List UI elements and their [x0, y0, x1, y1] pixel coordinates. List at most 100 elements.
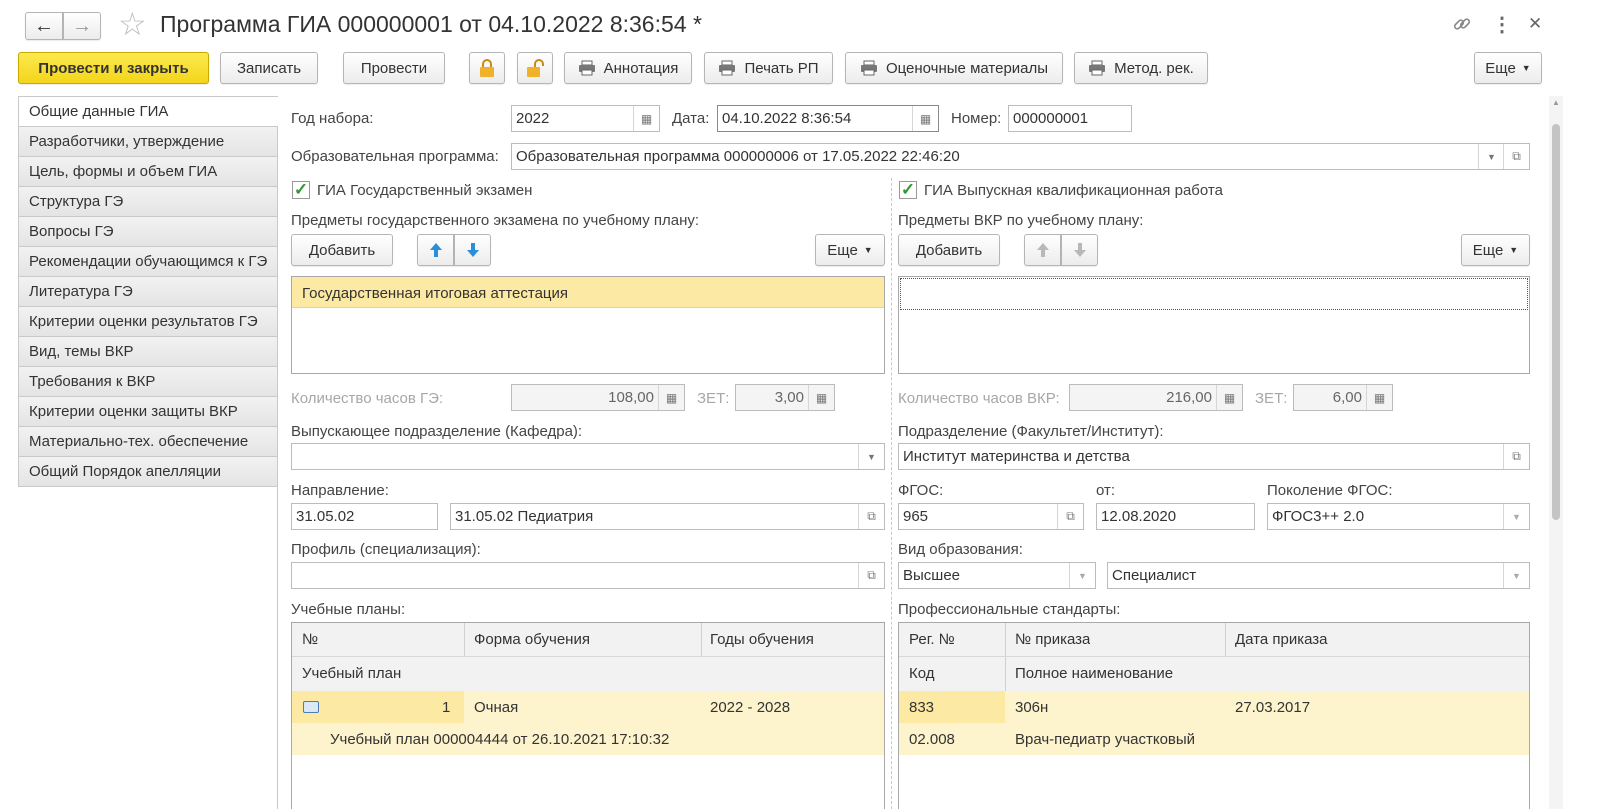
header-plan[interactable]: Учебный план: [302, 665, 401, 682]
vertical-scrollbar[interactable]: ▲: [1549, 96, 1563, 809]
table-row[interactable]: Государственная итоговая аттестация: [292, 277, 884, 308]
more-button[interactable]: Еще ▼: [1474, 52, 1542, 84]
favorite-star-icon[interactable]: ☆: [118, 6, 147, 42]
fgos-label: ФГОС:: [898, 482, 944, 499]
sidebar-item-label: Разработчики, утверждение: [29, 133, 225, 150]
nav-back-button[interactable]: ←: [25, 12, 63, 40]
ge-move-up-button[interactable]: [417, 234, 454, 266]
save-label: Записать: [236, 59, 302, 77]
open-icon[interactable]: ⧉: [1057, 504, 1083, 529]
edu-level-select[interactable]: Высшее ▼: [898, 562, 1096, 589]
fgos-input[interactable]: 965 ⧉: [898, 503, 1084, 530]
header-full-name[interactable]: Полное наименование: [1015, 665, 1173, 682]
vkr-checkbox[interactable]: ✓: [899, 180, 917, 199]
dropdown-arrow-icon: ▼: [1521, 63, 1531, 73]
sidebar-item-questions[interactable]: Вопросы ГЭ: [18, 217, 278, 247]
table-row[interactable]: 1 Очная 2022 - 2028 Учебный план 0000044…: [292, 691, 884, 755]
link-icon[interactable]: [1452, 14, 1472, 34]
header-num[interactable]: №: [302, 631, 318, 648]
number-input[interactable]: 000000001: [1008, 105, 1132, 132]
edu-kind-select[interactable]: Специалист ▼: [1107, 562, 1530, 589]
save-button[interactable]: Записать: [220, 52, 318, 84]
sidebar-item-vkr-criteria[interactable]: Критерии оценки защиты ВКР: [18, 397, 278, 427]
table-row[interactable]: 833 306н 27.03.2017 02.008 Врач-педиатр …: [899, 691, 1529, 755]
fgos-gen-input[interactable]: ФГОС3++ 2.0 ▼: [1267, 503, 1530, 530]
open-icon[interactable]: ⧉: [1503, 144, 1529, 169]
vkr-move-down-button[interactable]: [1061, 234, 1098, 266]
nav-forward-button[interactable]: →: [63, 12, 101, 40]
calendar-icon[interactable]: ▦: [633, 106, 659, 131]
header-code[interactable]: Код: [909, 665, 935, 682]
post-and-close-button[interactable]: Провести и закрыть: [18, 52, 209, 84]
sidebar-item-developers[interactable]: Разработчики, утверждение: [18, 127, 278, 157]
calendar-icon[interactable]: ▦: [912, 106, 938, 131]
ge-subjects-label: Предметы государственного экзамена по уч…: [291, 212, 700, 229]
sidebar-item-vkr-requirements[interactable]: Требования к ВКР: [18, 367, 278, 397]
calculator-icon[interactable]: ▦: [808, 385, 834, 410]
vkr-add-button[interactable]: Добавить: [898, 234, 1000, 266]
header-reg[interactable]: Рег. №: [909, 631, 955, 648]
sidebar-item-structure[interactable]: Структура ГЭ: [18, 187, 278, 217]
date-input[interactable]: 04.10.2022 8:36:54 ▦: [717, 105, 939, 132]
header-years[interactable]: Годы обучения: [710, 631, 814, 648]
direction-label: Направление:: [291, 482, 389, 499]
program-input[interactable]: Образовательная программа 000000006 от 1…: [511, 143, 1530, 170]
calculator-icon[interactable]: ▦: [1216, 385, 1242, 410]
vkr-move-up-button[interactable]: [1024, 234, 1061, 266]
unlock-button[interactable]: [517, 52, 553, 84]
from-input[interactable]: 12.08.2020: [1096, 503, 1255, 530]
open-icon[interactable]: ⧉: [858, 504, 884, 529]
dropdown-arrow-icon[interactable]: ▼: [1503, 504, 1529, 529]
calculator-icon[interactable]: ▦: [658, 385, 684, 410]
sidebar-item-recommendations[interactable]: Рекомендации обучающимся к ГЭ: [18, 247, 278, 277]
dropdown-arrow-icon[interactable]: ▼: [1503, 563, 1529, 588]
ge-hours-input[interactable]: 108,00 ▦: [511, 384, 685, 411]
row-reg: 833: [909, 699, 935, 716]
close-icon[interactable]: ✕: [1528, 14, 1542, 34]
vkr-hours-input[interactable]: 216,00 ▦: [1069, 384, 1243, 411]
open-icon[interactable]: ⧉: [1503, 444, 1529, 469]
dropdown-arrow-icon[interactable]: ▼: [1069, 563, 1095, 588]
sidebar-item-appeal[interactable]: Общий Порядок апелляции: [18, 457, 278, 487]
dropdown-arrow-icon[interactable]: ▼: [1478, 144, 1504, 169]
header-order[interactable]: № приказа: [1015, 631, 1090, 648]
dropdown-arrow-icon[interactable]: ▼: [858, 444, 884, 469]
vkr-zet-input[interactable]: 6,00 ▦: [1293, 384, 1393, 411]
sidebar-item-goal[interactable]: Цель, формы и объем ГИА: [18, 157, 278, 187]
post-and-close-label: Провести и закрыть: [38, 59, 189, 77]
calculator-icon[interactable]: ▦: [1366, 385, 1392, 410]
table-row-empty[interactable]: [900, 278, 1528, 310]
sidebar-item-criteria-ge[interactable]: Критерии оценки результатов ГЭ: [18, 307, 278, 337]
sidebar-item-equipment[interactable]: Материально-тех. обеспечение: [18, 427, 278, 457]
profile-input[interactable]: ⧉: [291, 562, 885, 589]
dept-input[interactable]: ▼: [291, 443, 885, 470]
post-button[interactable]: Провести: [343, 52, 445, 84]
ge-zet-input[interactable]: 3,00 ▦: [735, 384, 835, 411]
direction-code-input[interactable]: 31.05.02: [291, 503, 438, 530]
direction-name-input[interactable]: 31.05.02 Педиатрия ⧉: [450, 503, 885, 530]
assessment-materials-button[interactable]: Оценочные материалы: [845, 52, 1063, 84]
ge-more-button[interactable]: Еще ▼: [815, 234, 885, 266]
header-order-date[interactable]: Дата приказа: [1235, 631, 1328, 648]
scrollbar-thumb[interactable]: [1552, 124, 1560, 520]
vkr-more-button[interactable]: Еще ▼: [1461, 234, 1530, 266]
arrow-up-icon: [1036, 243, 1049, 257]
more-options-icon[interactable]: ⋮: [1492, 12, 1512, 37]
open-icon[interactable]: ⧉: [858, 563, 884, 588]
annotation-button[interactable]: Аннотация: [564, 52, 692, 84]
lock-button[interactable]: [469, 52, 505, 84]
arrow-down-icon: [466, 243, 479, 257]
ge-move-down-button[interactable]: [454, 234, 491, 266]
print-rp-button[interactable]: Печать РП: [704, 52, 833, 84]
ge-add-button[interactable]: Добавить: [291, 234, 393, 266]
sidebar-item-literature[interactable]: Литература ГЭ: [18, 277, 278, 307]
ge-hours-value: 108,00: [608, 389, 654, 406]
year-input[interactable]: 2022 ▦: [511, 105, 660, 132]
ge-checkbox[interactable]: ✓: [292, 180, 310, 199]
method-recommendations-button[interactable]: Метод. рек.: [1074, 52, 1208, 84]
scroll-up-icon[interactable]: ▲: [1552, 98, 1560, 107]
faculty-input[interactable]: Институт материнства и детства ⧉: [898, 443, 1530, 470]
header-form[interactable]: Форма обучения: [474, 631, 590, 648]
sidebar-item-general[interactable]: Общие данные ГИА: [18, 96, 278, 127]
sidebar-item-vkr-topics[interactable]: Вид, темы ВКР: [18, 337, 278, 367]
